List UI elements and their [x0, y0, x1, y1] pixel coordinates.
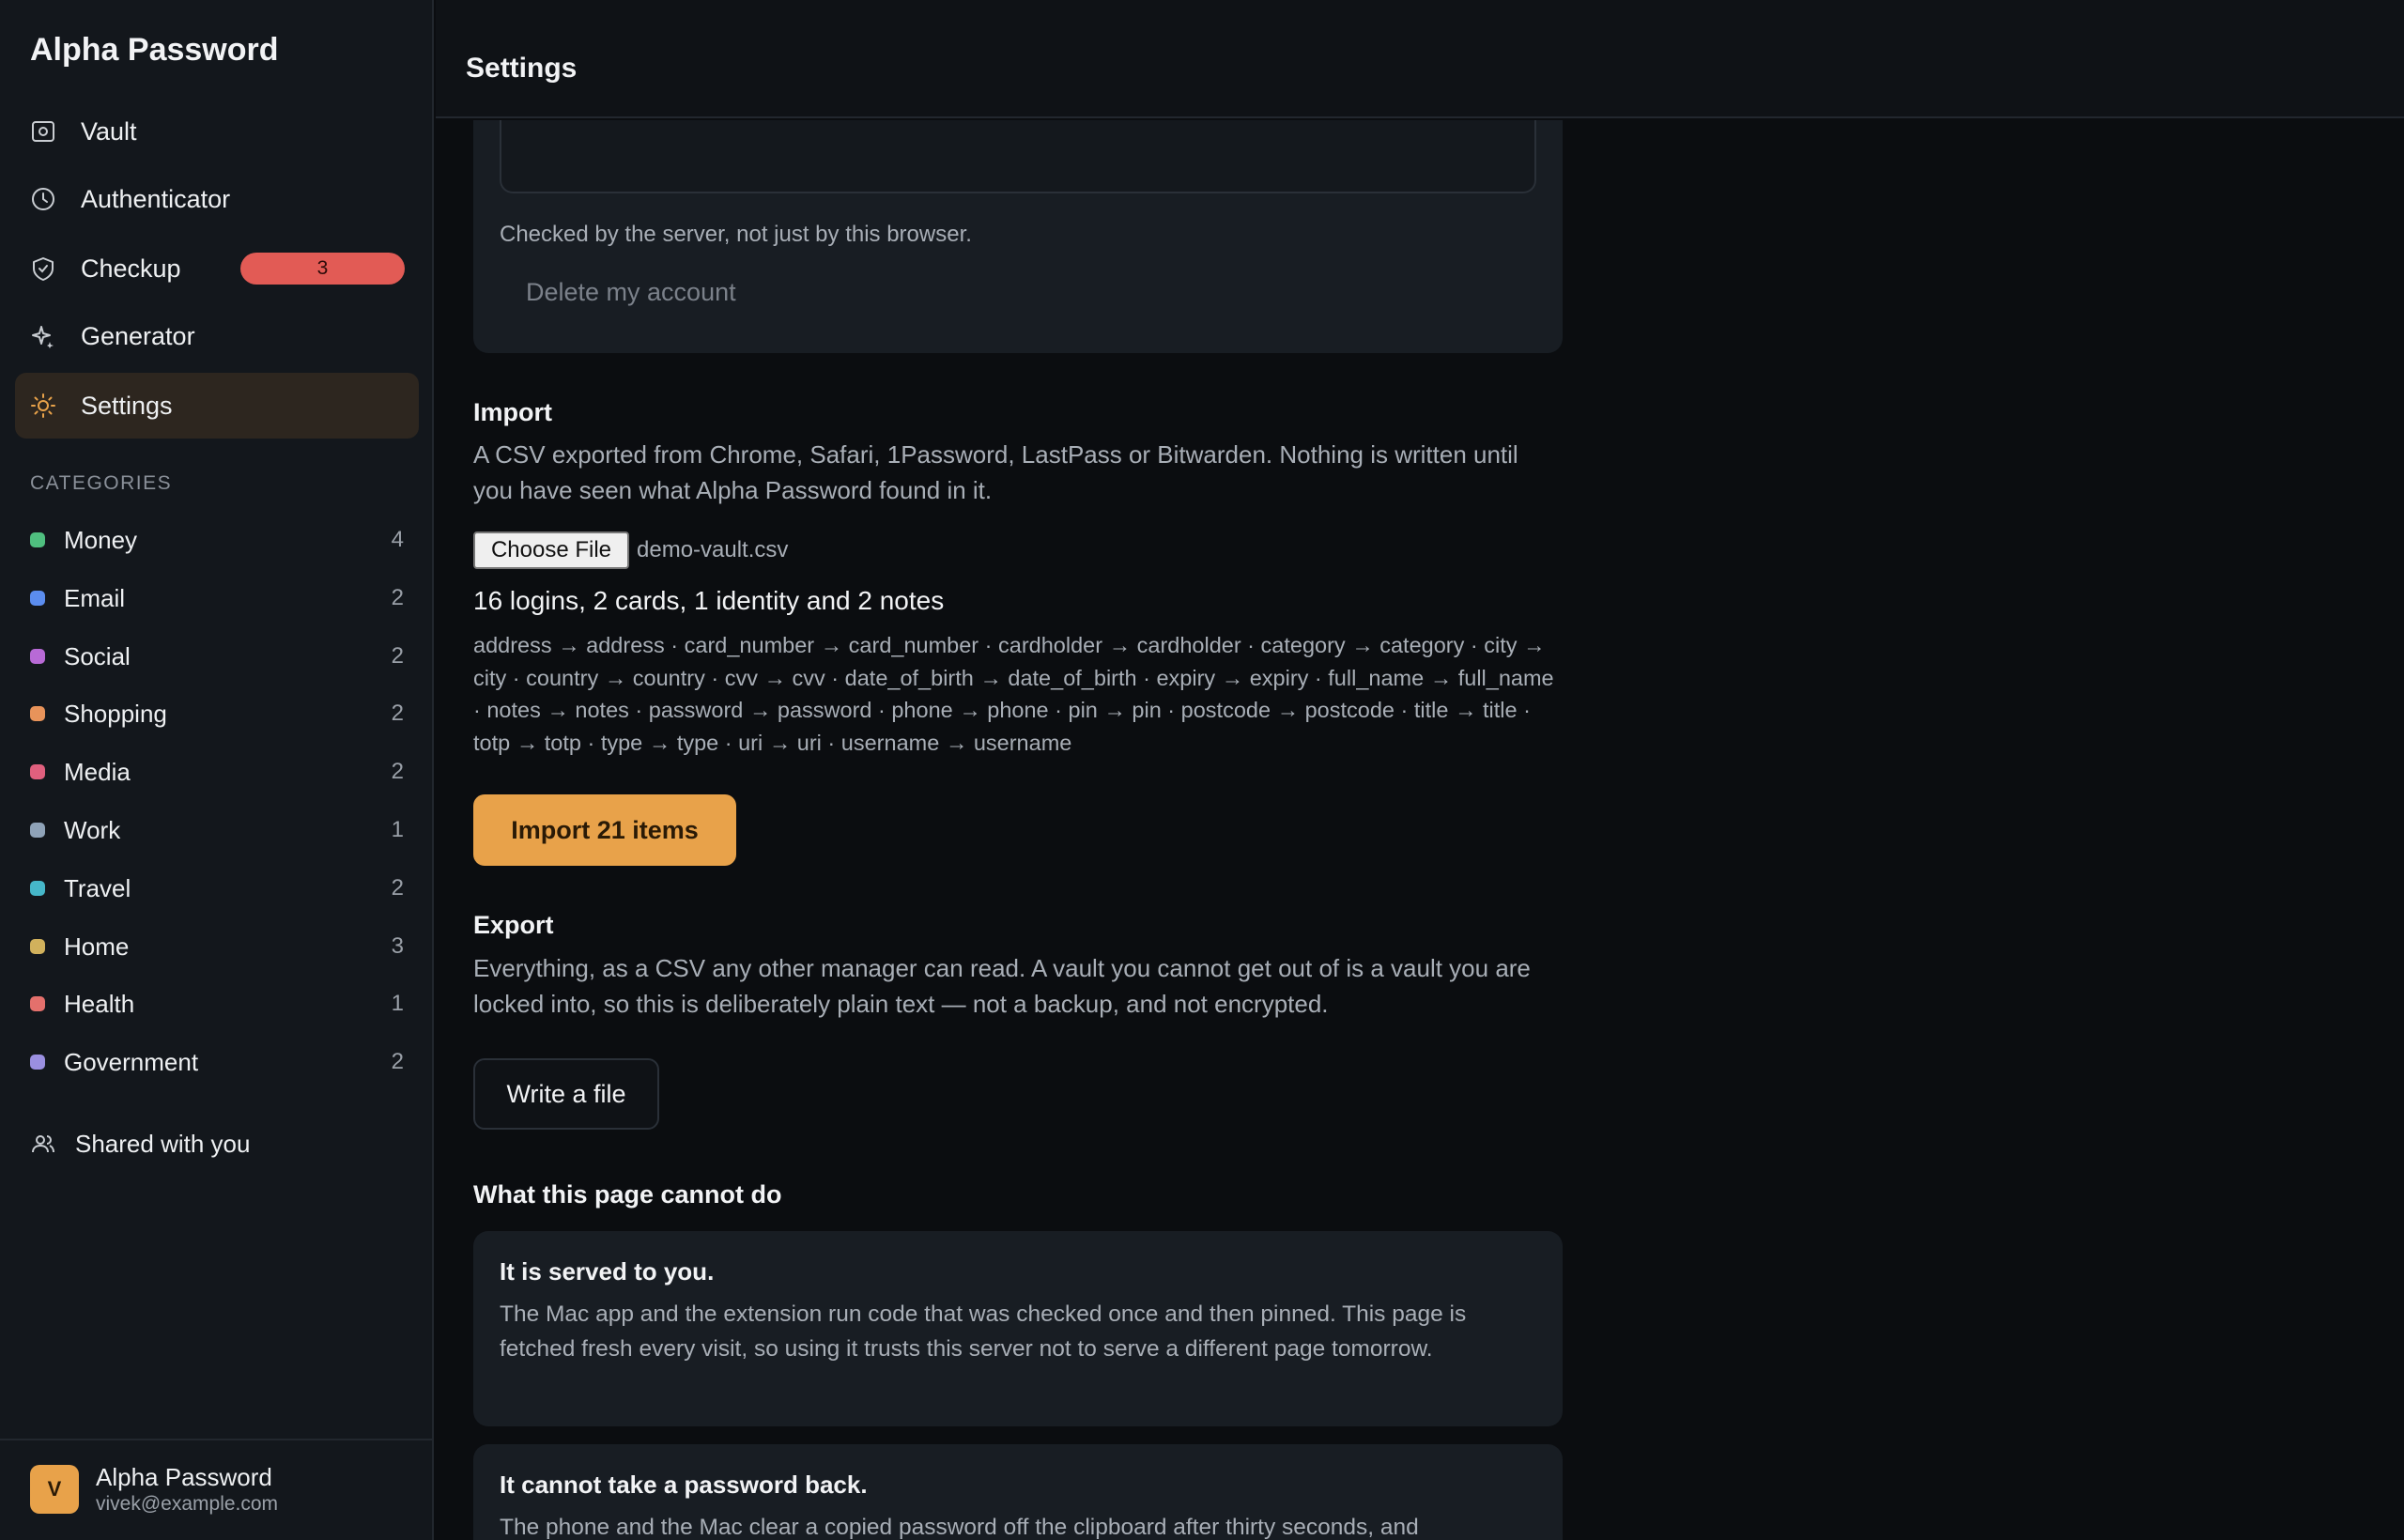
sidebar-item-label: Settings [81, 392, 173, 420]
sidebar-item-label: Vault [81, 117, 137, 146]
sidebar-item-vault[interactable]: Vault [15, 99, 419, 164]
delete-account-hint: Checked by the server, not just by this … [500, 222, 972, 247]
category-color-dot [30, 648, 45, 664]
sidebar-item-label: Checkup [81, 254, 181, 283]
app-brand: Alpha Password [30, 32, 279, 68]
selected-file-name: demo-vault.csv [637, 537, 789, 562]
categories-heading: CATEGORIES [30, 472, 173, 494]
sidebar-item-label: Generator [81, 322, 195, 350]
choose-file-button[interactable]: Choose File [473, 531, 629, 569]
category-name: Shopping [64, 700, 167, 729]
sidebar: Alpha Password Vault Authenticator Check… [0, 0, 434, 1540]
category-count: 1 [391, 817, 404, 842]
category-shopping[interactable]: Shopping 2 [30, 695, 404, 732]
account-name: Alpha Password [96, 1463, 272, 1491]
category-travel[interactable]: Travel 2 [30, 870, 404, 907]
category-color-dot [30, 764, 45, 780]
category-count: 1 [391, 991, 404, 1017]
category-media[interactable]: Media 2 [30, 753, 404, 791]
sidebar-item-authenticator[interactable]: Authenticator [15, 166, 419, 232]
category-money[interactable]: Money 4 [30, 521, 404, 559]
limit-card-body: The Mac app and the extension run code t… [500, 1301, 1467, 1362]
sidebar-item-label: Authenticator [81, 185, 231, 213]
sidebar-item-generator[interactable]: Generator [15, 303, 419, 369]
category-email[interactable]: Email 2 [30, 579, 404, 617]
category-name: Money [64, 526, 138, 554]
export-heading: Export [473, 911, 554, 939]
category-color-dot [30, 823, 45, 838]
category-count: 2 [391, 759, 404, 785]
category-name: Health [64, 990, 135, 1019]
sidebar-item-label: Shared with you [75, 1130, 251, 1158]
users-icon [30, 1131, 56, 1157]
category-work[interactable]: Work 1 [30, 811, 404, 849]
category-name: Travel [64, 873, 131, 902]
checkup-count-badge: 3 [240, 253, 405, 285]
file-picker: Choose File demo-vault.csv [473, 531, 1225, 569]
category-name: Social [64, 641, 131, 670]
sidebar-item-settings[interactable]: Settings [15, 373, 419, 439]
write-file-button[interactable]: Write a file [473, 1058, 659, 1130]
category-color-dot [30, 590, 45, 606]
category-health[interactable]: Health 1 [30, 985, 404, 1023]
import-description: A CSV exported from Chrome, Safari, 1Pas… [473, 440, 1518, 504]
top-bar: Settings [436, 0, 2404, 118]
category-count: 4 [391, 527, 404, 552]
shield-check-icon [30, 255, 56, 282]
limit-card-served: It is served to you. The Mac app and the… [473, 1231, 1563, 1426]
import-summary: 16 logins, 2 cards, 1 identity and 2 not… [473, 586, 945, 615]
import-heading: Import [473, 398, 552, 426]
export-description: Everything, as a CSV any other manager c… [473, 954, 1531, 1018]
category-count: 2 [391, 874, 404, 901]
category-government[interactable]: Government 2 [30, 1043, 404, 1081]
sidebar-item-checkup[interactable]: Checkup 3 [15, 236, 419, 301]
category-color-dot [30, 706, 45, 722]
delete-account-card: Checked by the server, not just by this … [473, 120, 1563, 353]
avatar: V [30, 1465, 79, 1514]
limits-heading: What this page cannot do [473, 1180, 782, 1209]
delete-confirm-input[interactable] [500, 120, 1536, 193]
sidebar-item-shared-with-you[interactable]: Shared with you [30, 1123, 406, 1164]
limit-card-title: It is served to you. [500, 1257, 715, 1286]
category-name: Work [64, 816, 121, 844]
page-title: Settings [466, 53, 578, 84]
delete-account-button[interactable]: Delete my account [500, 270, 763, 314]
category-color-dot [30, 880, 45, 896]
category-color-dot [30, 1055, 45, 1070]
category-social[interactable]: Social 2 [30, 638, 404, 675]
sparkle-icon [30, 323, 56, 349]
category-color-dot [30, 532, 45, 547]
category-name: Email [64, 583, 126, 612]
category-color-dot [30, 938, 45, 954]
category-name: Home [64, 932, 130, 961]
category-count: 3 [391, 932, 404, 959]
field-mapping: address → address · card_number → card_n… [473, 633, 1554, 755]
category-count: 2 [391, 1049, 404, 1075]
category-name: Media [64, 758, 131, 787]
category-color-dot [30, 996, 45, 1012]
category-count: 2 [391, 701, 404, 727]
category-count: 2 [391, 584, 404, 610]
limit-card-clipboard: It cannot take a password back. The phon… [473, 1444, 1563, 1540]
limit-card-title: It cannot take a password back. [500, 1471, 868, 1499]
category-name: Government [64, 1048, 199, 1077]
account-footer[interactable]: V Alpha Password vivek@example.com [0, 1439, 432, 1540]
account-email: vivek@example.com [96, 1493, 279, 1515]
category-count: 2 [391, 642, 404, 669]
clock-icon [30, 186, 56, 212]
limit-card-body: The phone and the Mac clear a copied pas… [500, 1515, 1419, 1540]
import-button[interactable]: Import 21 items [473, 794, 736, 866]
vault-icon [30, 118, 56, 145]
sun-gear-icon [30, 393, 56, 419]
category-home[interactable]: Home 3 [30, 928, 404, 965]
